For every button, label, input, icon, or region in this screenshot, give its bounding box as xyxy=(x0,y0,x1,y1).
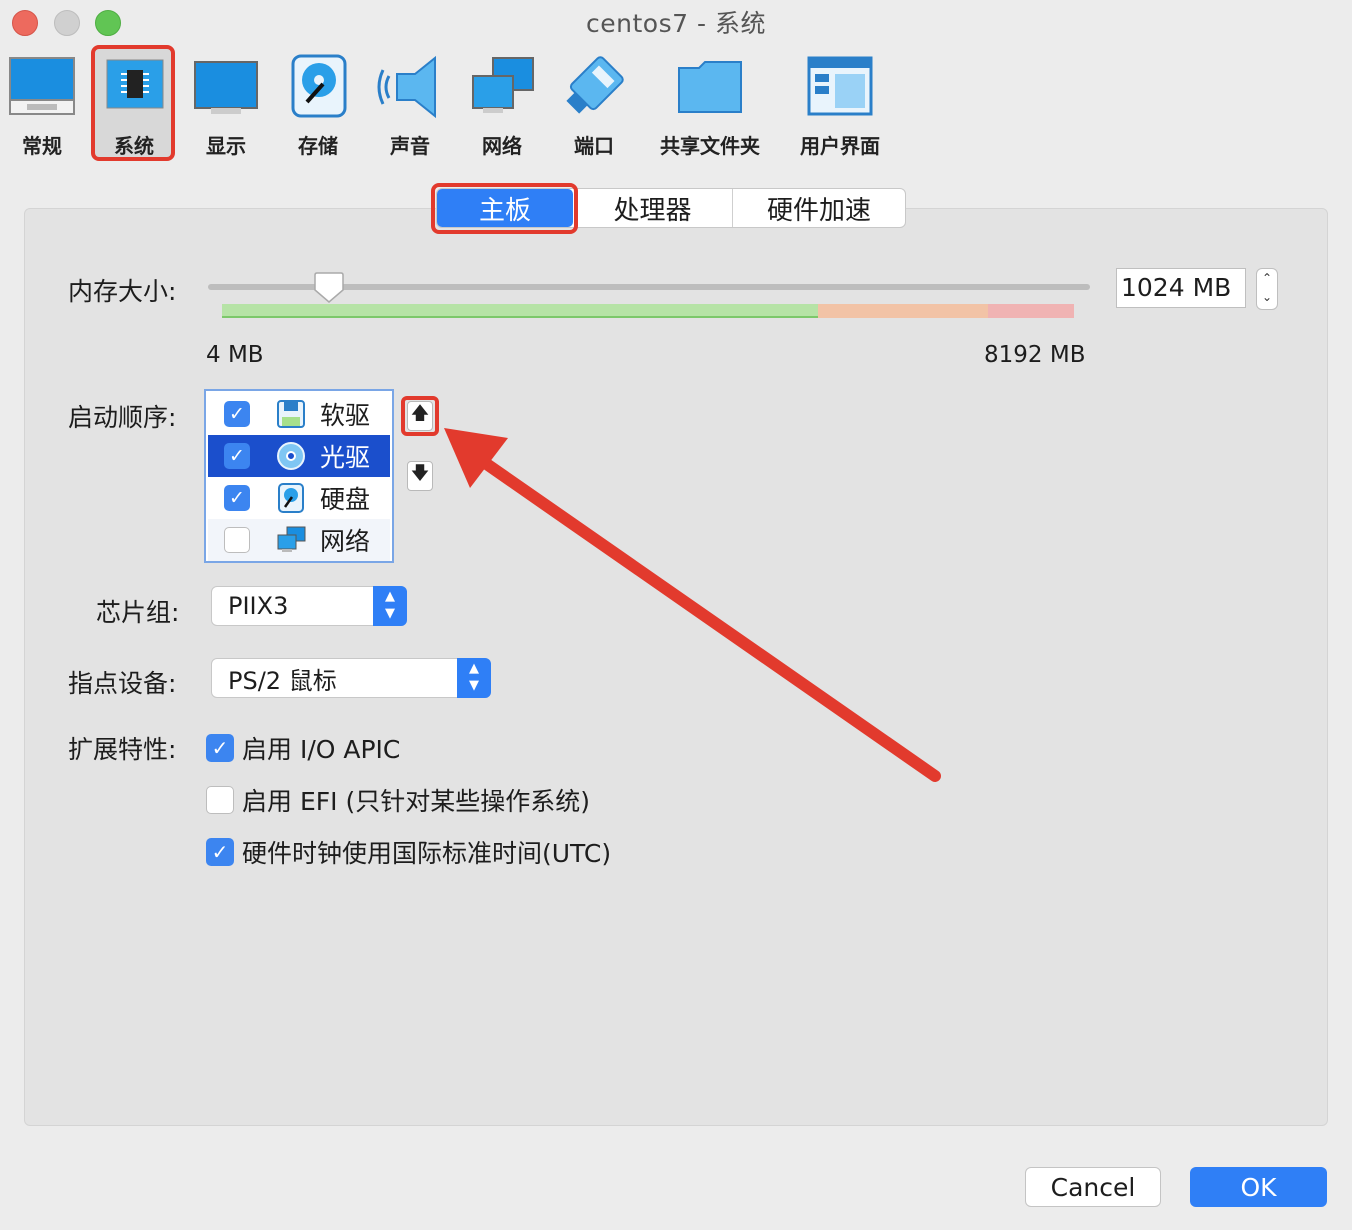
folder-icon xyxy=(675,50,745,122)
monitor-icon xyxy=(7,50,77,122)
boot-checkbox[interactable]: ✓ xyxy=(224,485,250,511)
chevron-updown-icon: ▲ ▼ xyxy=(373,586,407,626)
move-up-highlight xyxy=(401,396,439,436)
toolbar-item-system[interactable]: 系统 xyxy=(97,44,171,162)
memory-label: 内存大小: xyxy=(68,277,177,306)
network-icon xyxy=(467,50,537,122)
chevron-updown-icon: ▲ ▼ xyxy=(457,658,491,698)
toolbar-item-audio[interactable]: 声音 xyxy=(375,44,445,162)
chipset-select[interactable]: PIIX3 ▲ ▼ xyxy=(211,586,407,626)
pointing-device-value: PS/2 鼠标 xyxy=(228,666,337,695)
move-down-button[interactable]: 🡇 xyxy=(407,461,433,491)
tab-highlight xyxy=(431,183,578,234)
tab-processor[interactable]: 处理器 xyxy=(573,189,733,227)
memory-input[interactable]: 1024 MB xyxy=(1116,268,1246,308)
memory-min-label: 4 MB xyxy=(206,342,264,368)
chipset-value: PIIX3 xyxy=(228,592,289,620)
display-icon xyxy=(191,50,261,122)
floppy-icon xyxy=(276,399,306,429)
port-icon xyxy=(559,50,629,122)
boot-checkbox[interactable]: ✓ xyxy=(224,443,250,469)
pointing-device-label: 指点设备: xyxy=(68,669,177,698)
boot-item-label: 网络 xyxy=(320,527,371,556)
checkmark-icon: ✓ xyxy=(206,734,234,762)
network-icon xyxy=(276,525,306,555)
pointing-device-select[interactable]: PS/2 鼠标 ▲ ▼ xyxy=(211,658,491,698)
settings-toolbar: 常规 系统 显示 存储 声音 网络 端口 共享文件夹 用户界面 xyxy=(0,44,1352,164)
boot-item-network[interactable]: 网络 xyxy=(208,519,390,561)
cancel-button[interactable]: Cancel xyxy=(1025,1167,1161,1207)
toolbar-item-network[interactable]: 网络 xyxy=(467,44,537,162)
boot-item-label: 软驱 xyxy=(320,401,371,430)
boot-item-label: 硬盘 xyxy=(320,485,371,514)
window-icon xyxy=(805,50,875,122)
chip-icon xyxy=(99,50,169,122)
close-button[interactable] xyxy=(12,10,38,36)
boot-item-floppy[interactable]: ✓ 软驱 xyxy=(208,393,390,435)
disk-icon xyxy=(283,50,353,122)
toolbar-item-storage[interactable]: 存储 xyxy=(283,44,353,162)
io-apic-checkbox[interactable]: ✓ 启用 I/O APIC xyxy=(206,730,400,766)
memory-max-label: 8192 MB xyxy=(984,342,1086,368)
toolbar-item-user-interface[interactable]: 用户界面 xyxy=(790,44,890,162)
boot-item-label: 光驱 xyxy=(320,443,371,472)
checkmark-icon: ✓ xyxy=(206,838,234,866)
efi-checkbox[interactable]: 启用 EFI (只针对某些操作系统) xyxy=(206,782,590,818)
memory-stepper[interactable]: ⌃ ⌄ xyxy=(1256,268,1278,310)
hard-disk-icon xyxy=(276,483,306,513)
boot-order-label: 启动顺序: xyxy=(68,403,177,432)
memory-scale xyxy=(222,304,1074,318)
boot-checkbox[interactable] xyxy=(224,527,250,553)
toolbar-item-ports[interactable]: 端口 xyxy=(559,44,629,162)
boot-item-hard-disk[interactable]: ✓ 硬盘 xyxy=(208,477,390,519)
chipset-label: 芯片组: xyxy=(96,598,180,627)
tab-acceleration[interactable]: 硬件加速 xyxy=(733,189,905,227)
window-title: centos7 - 系统 xyxy=(586,9,766,38)
toolbar-item-display[interactable]: 显示 xyxy=(191,44,261,162)
extended-features-label: 扩展特性: xyxy=(68,735,177,764)
minimize-button[interactable] xyxy=(54,10,80,36)
toolbar-item-shared-folders[interactable]: 共享文件夹 xyxy=(650,44,770,162)
boot-item-optical[interactable]: ✓ 光驱 xyxy=(208,435,390,477)
boot-checkbox[interactable]: ✓ xyxy=(224,401,250,427)
speaker-icon xyxy=(375,50,445,122)
title-bar: centos7 - 系统 xyxy=(0,0,1352,44)
utc-clock-checkbox[interactable]: ✓ 硬件时钟使用国际标准时间(UTC) xyxy=(206,834,611,870)
boot-order-list[interactable]: ✓ 软驱 ✓ 光驱 ✓ 硬盘 网络 xyxy=(204,389,394,563)
memory-slider-thumb[interactable] xyxy=(313,272,345,304)
zoom-button[interactable] xyxy=(95,10,121,36)
optical-disc-icon xyxy=(276,441,306,471)
ok-button[interactable]: OK xyxy=(1190,1167,1327,1207)
toolbar-item-general[interactable]: 常规 xyxy=(7,44,77,162)
